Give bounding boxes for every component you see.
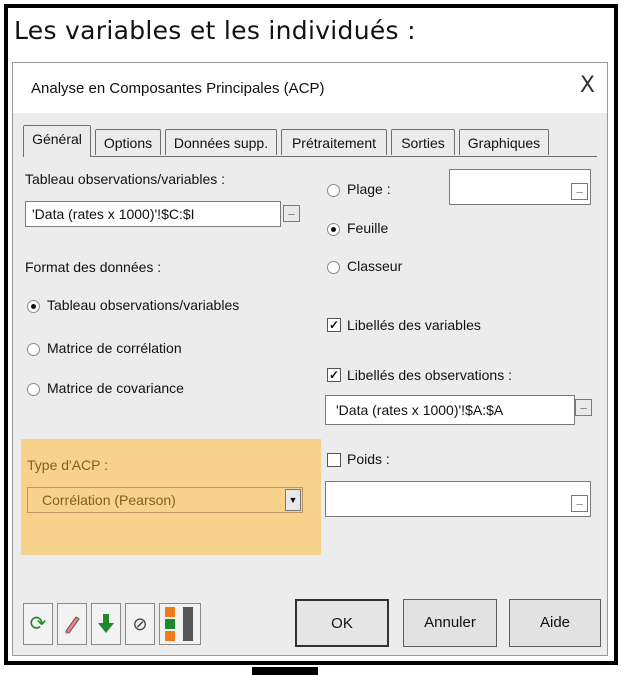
chevron-down-icon[interactable]: ▼ (285, 489, 301, 511)
range-radio-plage[interactable] (327, 184, 340, 197)
tab-graphiques[interactable]: Graphiques (459, 129, 549, 155)
type-dropdown[interactable]: Corrélation (Pearson) (27, 487, 303, 513)
obs-labels-label: Libellés des observations : (347, 367, 512, 383)
tab-divider (23, 156, 597, 157)
format-correlation-label: Matrice de corrélation (47, 340, 182, 356)
bottom-bar (252, 667, 318, 675)
table-label: Tableau observations/variables : (25, 171, 226, 187)
ok-button[interactable]: OK (295, 599, 389, 647)
help-button[interactable]: Aide (509, 599, 601, 647)
dialog-title: Analyse en Composantes Principales (ACP) (31, 80, 325, 97)
weights-label: Poids : (347, 451, 390, 467)
table-range-input[interactable]: 'Data (rates x 1000)'!$C:$I (25, 201, 281, 227)
tab-donnees-supp[interactable]: Données supp. (165, 129, 277, 155)
page-heading: Les variables et les individués : (14, 16, 416, 45)
plage-label: Plage : (347, 181, 391, 197)
weights-select-button[interactable]: _ (571, 495, 588, 512)
acp-dialog: Analyse en Composantes Principales (ACP)… (12, 62, 608, 656)
var-labels-checkbox[interactable]: ✓ (327, 318, 341, 332)
clear-icon[interactable]: ⊘ (125, 603, 155, 645)
obs-range-select-button[interactable]: _ (575, 399, 592, 416)
plage-input[interactable] (449, 169, 591, 205)
tab-general[interactable]: Général (23, 125, 91, 157)
format-table-label: Tableau observations/variables (47, 297, 240, 313)
format-radio-correlation[interactable] (27, 343, 40, 356)
range-radio-classeur[interactable] (327, 261, 340, 274)
download-arrow-icon[interactable] (91, 603, 121, 645)
format-covariance-label: Matrice de covariance (47, 380, 184, 396)
close-button[interactable]: X (580, 73, 595, 98)
weights-input[interactable] (325, 481, 591, 517)
type-label: Type d'ACP : (27, 457, 109, 473)
reset-icon[interactable]: ⟳ (23, 603, 53, 645)
var-labels-label: Libellés des variables (347, 317, 481, 333)
tab-pretraitement[interactable]: Prétraitement (281, 129, 387, 155)
tab-options[interactable]: Options (95, 129, 161, 155)
plage-select-button[interactable]: _ (571, 183, 588, 200)
obs-range-input[interactable]: 'Data (rates x 1000)'!$A:$A (325, 395, 575, 425)
weights-checkbox[interactable] (327, 453, 341, 467)
format-label: Format des données : (25, 259, 162, 275)
format-radio-table[interactable] (27, 300, 40, 313)
range-radio-feuille[interactable] (327, 223, 340, 236)
cancel-button[interactable]: Annuler (403, 599, 497, 647)
tab-sorties[interactable]: Sorties (391, 129, 455, 155)
eraser-icon[interactable] (57, 603, 87, 645)
table-range-select-button[interactable]: _ (283, 205, 300, 222)
title-bar: Analyse en Composantes Principales (ACP)… (13, 63, 607, 113)
obs-labels-checkbox[interactable]: ✓ (327, 368, 341, 382)
format-radio-covariance[interactable] (27, 383, 40, 396)
orange-green-bars-icon[interactable] (159, 603, 201, 645)
classeur-label: Classeur (347, 258, 403, 274)
feuille-label: Feuille (347, 220, 389, 236)
